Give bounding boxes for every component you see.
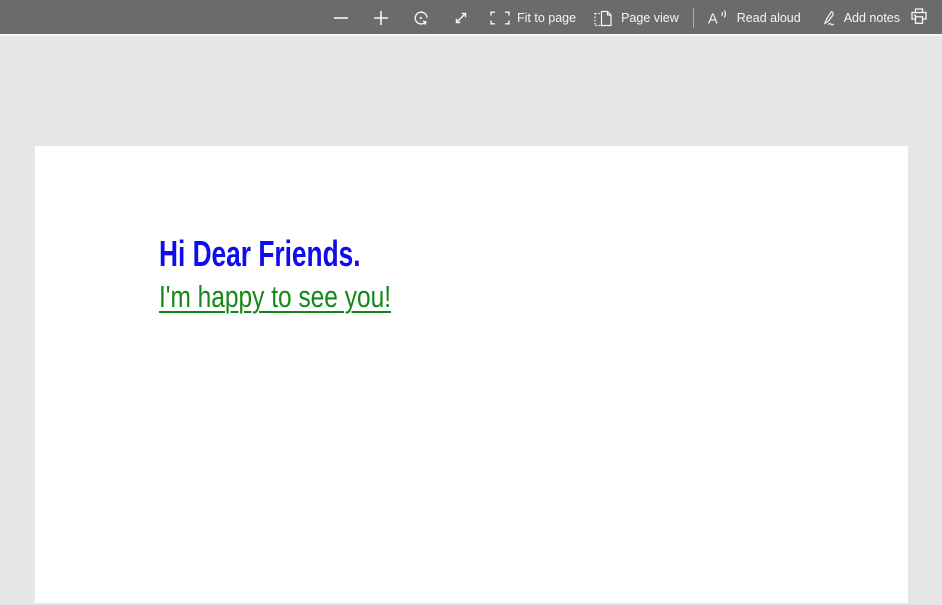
toolbar-controls-group: Fit to page Page view A Read aloud Add n…	[321, 0, 909, 36]
pdf-page: Hi Dear Friends. I'm happy to see you!	[35, 146, 908, 603]
zoom-in-button[interactable]	[361, 0, 401, 36]
document-canvas[interactable]: Hi Dear Friends. I'm happy to see you!	[0, 36, 942, 603]
pen-icon	[819, 9, 837, 27]
page-view-button[interactable]: Page view	[585, 0, 688, 36]
read-aloud-icon: A	[708, 9, 730, 27]
read-aloud-label: Read aloud	[736, 11, 801, 25]
printer-icon	[909, 7, 929, 29]
rotate-icon	[412, 9, 430, 27]
pdf-viewer-window: Fit to page Page view A Read aloud Add n…	[0, 0, 942, 605]
document-heading: Hi Dear Friends.	[159, 233, 361, 274]
fullscreen-button[interactable]	[441, 0, 481, 36]
svg-text:A: A	[708, 12, 718, 28]
page-view-label: Page view	[621, 11, 679, 25]
diagonal-resize-icon	[452, 9, 470, 27]
toolbar-separator	[692, 8, 694, 28]
pdf-toolbar: Fit to page Page view A Read aloud Add n…	[0, 0, 942, 36]
minus-icon	[332, 9, 350, 27]
rotate-button[interactable]	[401, 0, 441, 36]
page-view-icon	[594, 10, 614, 27]
add-notes-button[interactable]: Add notes	[810, 0, 909, 36]
fit-to-page-button[interactable]: Fit to page	[481, 0, 585, 36]
zoom-out-button[interactable]	[321, 0, 361, 36]
fit-to-page-icon	[490, 11, 510, 25]
print-button[interactable]	[900, 0, 938, 36]
document-subheading: I'm happy to see you!	[159, 279, 392, 314]
add-notes-label: Add notes	[843, 11, 901, 25]
plus-icon	[372, 9, 390, 27]
read-aloud-button[interactable]: A Read aloud	[699, 0, 810, 36]
fit-to-page-label: Fit to page	[517, 11, 577, 25]
